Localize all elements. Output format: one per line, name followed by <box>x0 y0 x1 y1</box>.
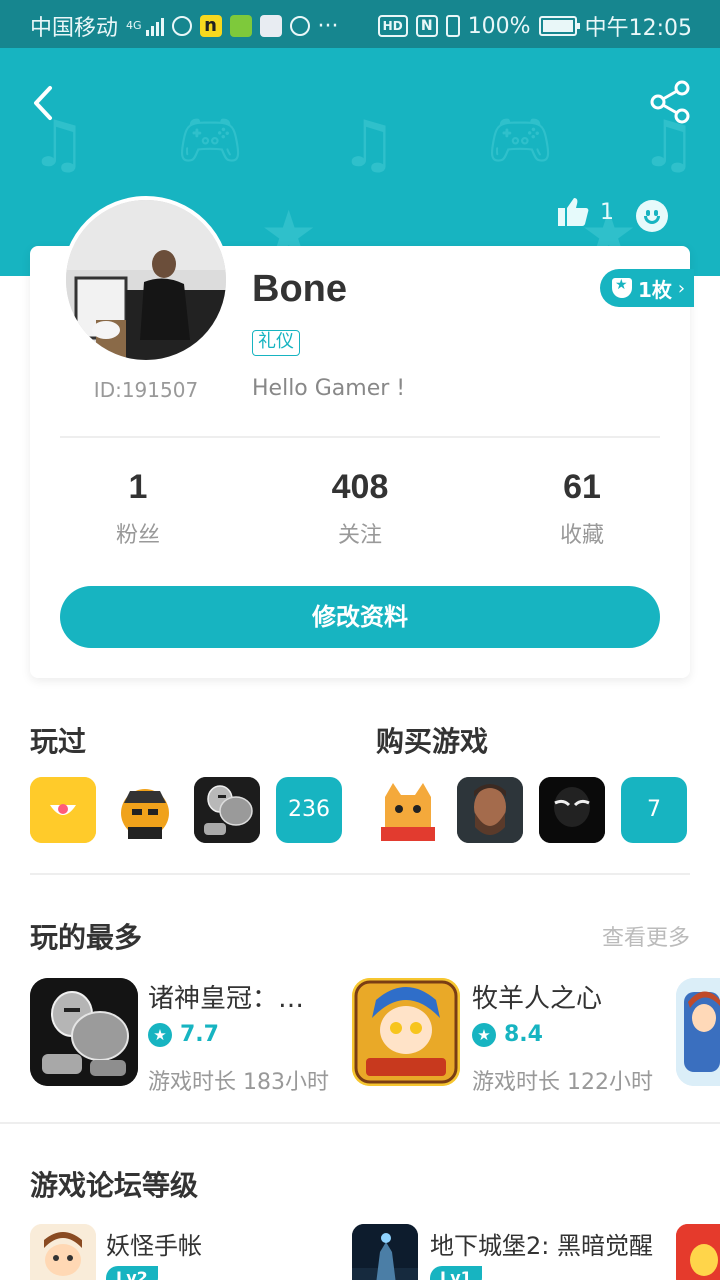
share-icon[interactable] <box>648 80 692 124</box>
stat-following[interactable]: 408 关注 <box>280 468 440 549</box>
status-bar: 中国移动 4G n ··· HD N 100% 中午12:05 <box>0 0 720 48</box>
played-section-title: 玩过 <box>30 725 87 758</box>
signal-icon <box>145 16 164 36</box>
music-note-icon: ♫ <box>340 108 398 182</box>
playtime-label: 游戏时长 183小时 <box>148 1070 329 1095</box>
gamepad-icon: 🎮︎ <box>176 108 245 171</box>
armor-knight-game-icon[interactable] <box>30 978 138 1086</box>
user-avatar[interactable] <box>62 196 230 364</box>
most-played-game-name[interactable]: 牧羊人之心 <box>472 978 672 1015</box>
partial-forum-game-icon[interactable] <box>676 1224 720 1280</box>
armor-knight-game-icon[interactable] <box>194 777 260 843</box>
like-count: 1 <box>600 199 614 225</box>
user-title-badge[interactable]: 礼仪 <box>252 330 300 356</box>
stat-label: 收藏 <box>559 523 604 548</box>
card-divider <box>60 436 660 438</box>
forum-game-name[interactable]: 妖怪手帐 <box>106 1226 202 1261</box>
clock-time: 中午12:05 <box>584 16 692 41</box>
forum-level-badge: Lv1 <box>430 1266 482 1280</box>
forum-level-badge: Lv2 <box>106 1266 158 1280</box>
nfc-icon: N <box>415 15 438 37</box>
carrier-label: 中国移动 <box>30 16 119 41</box>
most-played-game-name[interactable]: 诸神皇冠：百年骑士团 <box>148 978 318 1015</box>
thumbs-up-icon <box>558 198 589 226</box>
forum-game-name[interactable]: 地下城堡2: 黑暗觉醒 <box>430 1226 653 1261</box>
shepherd-heart-game-icon[interactable] <box>352 978 460 1086</box>
detective-game-icon[interactable] <box>112 777 178 843</box>
like-button[interactable]: 1 <box>556 196 614 228</box>
baidu-icon <box>259 15 282 37</box>
medal-count-button[interactable]: 1枚 › <box>600 269 694 307</box>
emoji-smile-icon[interactable] <box>636 200 668 232</box>
medal-count: 1枚 <box>638 277 672 302</box>
played-more-count[interactable]: 236 <box>276 777 342 843</box>
stat-label: 关注 <box>337 523 382 548</box>
rating-value: 7.7 <box>180 1022 219 1047</box>
star-icon: ★ <box>472 1022 496 1047</box>
stat-label: 粉丝 <box>115 523 160 548</box>
orange-cat-game-icon[interactable] <box>375 777 441 843</box>
star-icon: ★ <box>148 1022 172 1047</box>
gamepad-icon: 🎮︎ <box>486 108 555 171</box>
partial-game-icon[interactable] <box>676 978 720 1086</box>
most-played-title: 玩的最多 <box>30 921 143 954</box>
yokai-watch-game-icon[interactable] <box>30 1224 96 1280</box>
hand-icon <box>289 16 310 36</box>
dungeon-castle-game-icon[interactable] <box>352 1224 418 1280</box>
see-more-link[interactable]: 查看更多 <box>602 920 690 952</box>
battery-icon <box>538 16 580 36</box>
yellow-face-game-icon[interactable] <box>30 777 96 843</box>
network-label: 4G <box>126 19 142 32</box>
stat-favorites[interactable]: 61 收藏 <box>502 468 662 549</box>
green-app-icon <box>229 15 252 37</box>
stat-value: 408 <box>331 468 389 506</box>
section-divider <box>30 873 690 875</box>
username: Bone <box>252 268 347 310</box>
stat-followers[interactable]: 1 粉丝 <box>58 468 218 549</box>
edit-profile-button[interactable]: 修改资料 <box>60 586 660 648</box>
user-bio: Hello Gamer ! <box>252 376 406 401</box>
user-id: ID:191507 <box>93 378 199 402</box>
forum-levels-title: 游戏论坛等级 <box>30 1169 199 1202</box>
stat-value: 61 <box>563 468 601 506</box>
chevron-right-icon: › <box>677 277 686 299</box>
playtime-label: 游戏时长 122小时 <box>472 1070 653 1095</box>
more-dots-icon: ··· <box>317 13 339 39</box>
battery-percent: 100% <box>467 13 531 39</box>
hd-icon: HD <box>377 15 408 37</box>
rating-value: 8.4 <box>504 1022 543 1047</box>
bearded-man-game-icon[interactable] <box>457 777 523 843</box>
back-arrow-icon[interactable] <box>24 78 64 128</box>
vibrate-icon <box>445 15 460 37</box>
shadow-figure-game-icon[interactable] <box>539 777 605 843</box>
shield-icon <box>612 277 632 298</box>
purchased-section-title: 购买游戏 <box>376 725 489 758</box>
game-rating: ★ 8.4 <box>472 1022 543 1047</box>
purchased-more-count[interactable]: 7 <box>621 777 687 843</box>
game-rating: ★ 7.7 <box>148 1022 219 1047</box>
timer-icon <box>171 16 192 36</box>
stat-value: 1 <box>128 468 148 506</box>
section-divider <box>0 1122 720 1124</box>
n-app-icon: n <box>199 15 222 37</box>
